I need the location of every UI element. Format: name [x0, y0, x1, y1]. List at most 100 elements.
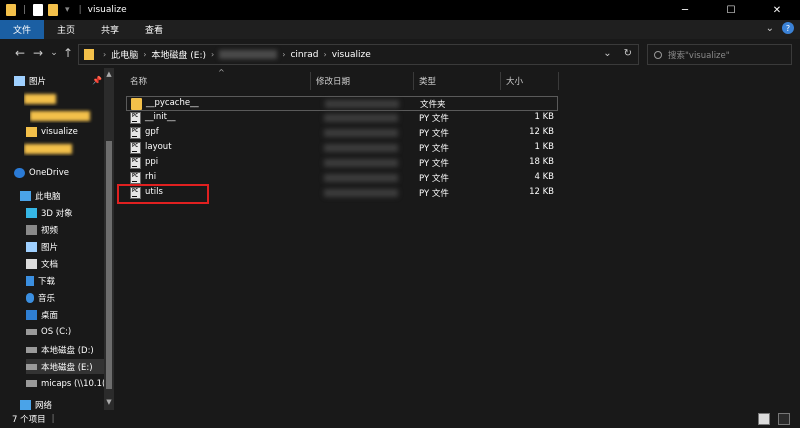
python-file-icon [130, 112, 141, 124]
address-dropdown-icon[interactable]: ⌄ [603, 48, 611, 59]
sidebar-item-onedrive[interactable]: OneDrive [14, 165, 117, 180]
breadcrumb-drive-e[interactable]: 本地磁盘 (E:) [151, 48, 206, 61]
scroll-down-icon[interactable]: ▼ [105, 398, 113, 406]
redacted-date [324, 174, 398, 182]
details-view-button[interactable] [758, 413, 770, 425]
folder-icon [131, 98, 142, 110]
pictures-icon [26, 241, 37, 252]
file-name: ppi [145, 157, 159, 167]
address-bar[interactable]: › 此电脑 › 本地磁盘 (E:) › › cinrad › visualize… [78, 44, 639, 65]
file-size: 12 KB [529, 127, 554, 137]
redacted-date [324, 129, 398, 137]
drive-icon [26, 346, 37, 353]
quick-access-toolbar: | ▾ | [0, 4, 84, 16]
breadcrumb-this-pc[interactable]: 此电脑 [111, 48, 138, 61]
close-button[interactable]: ✕ [754, 0, 800, 20]
expand-ribbon-icon[interactable]: ⌄ [766, 23, 774, 34]
file-type: PY 文件 [419, 189, 449, 199]
redacted-date [324, 189, 398, 197]
file-type: 文件夹 [420, 100, 446, 110]
file-size: 4 KB [534, 172, 554, 182]
breadcrumb-visualize[interactable]: visualize [332, 50, 371, 60]
tab-view[interactable]: 查看 [132, 20, 176, 39]
folder-icon [30, 110, 90, 121]
column-header-name[interactable]: 名称 [130, 74, 147, 88]
window-title: visualize [87, 5, 127, 15]
file-name: gpf [145, 127, 159, 137]
3d-objects-icon [26, 207, 37, 218]
navigation-bar: ← → ⌄ ↑ › 此电脑 › 本地磁盘 (E:) › › cinrad › v… [0, 41, 800, 67]
search-icon [654, 50, 662, 59]
scrollbar-thumb[interactable] [106, 141, 112, 389]
column-header-modified[interactable]: 修改日期 [316, 74, 350, 88]
python-file-icon [130, 127, 141, 139]
file-size: 1 KB [534, 112, 554, 122]
sidebar-scrollbar[interactable]: ▲ ▼ [104, 68, 114, 410]
redacted-date [325, 100, 399, 108]
file-row-layout[interactable]: layout PY 文件 1 KB [126, 141, 558, 156]
redacted-date [324, 114, 398, 122]
tab-home[interactable]: 主页 [44, 20, 88, 39]
tab-share[interactable]: 共享 [88, 20, 132, 39]
documents-icon [26, 258, 37, 269]
python-file-icon [130, 142, 141, 154]
pictures-icon [14, 75, 25, 86]
title-bar: | ▾ | visualize ─ ☐ ✕ [0, 0, 800, 20]
computer-icon [20, 190, 31, 201]
column-header-type[interactable]: 类型 [419, 74, 436, 88]
search-box[interactable]: 搜索"visualize" [647, 44, 792, 65]
sidebar-item-pictures-pinned[interactable]: 图片 📌 [14, 73, 117, 88]
folder-icon [24, 93, 56, 104]
column-header-size[interactable]: 大小 [506, 74, 523, 88]
file-size: 12 KB [529, 187, 554, 197]
downloads-icon [26, 275, 34, 286]
desktop-icon [26, 309, 37, 320]
minimize-button[interactable]: ─ [662, 0, 708, 20]
up-button[interactable]: ↑ [60, 46, 76, 60]
tab-file[interactable]: 文件 [0, 20, 45, 39]
folder-icon [24, 143, 72, 154]
file-name: __init__ [145, 112, 176, 122]
file-row-ppi[interactable]: ppi PY 文件 18 KB [126, 156, 558, 171]
file-name: rhi [145, 172, 157, 182]
item-count: 7 个项目 [12, 415, 46, 425]
scroll-up-icon[interactable]: ▲ [105, 70, 113, 78]
folder-icon [26, 126, 37, 137]
network-icon [20, 400, 31, 410]
sort-caret-icon: ^ [218, 68, 225, 77]
file-size: 18 KB [529, 157, 554, 167]
back-button[interactable]: ← [12, 46, 28, 60]
redacted-folder [219, 50, 278, 59]
refresh-icon[interactable]: ↻ [624, 48, 632, 59]
help-icon[interactable]: ? [782, 22, 794, 34]
maximize-button[interactable]: ☐ [708, 0, 754, 20]
file-type: PY 文件 [419, 144, 449, 154]
file-name: __pycache__ [146, 98, 199, 108]
file-type: PY 文件 [419, 114, 449, 124]
python-file-icon [130, 172, 141, 184]
drive-icon [26, 363, 37, 370]
redacted-date [324, 159, 398, 167]
search-placeholder: 搜索"visualize" [668, 50, 730, 61]
navigation-pane: 图片 📌 visualize OneDrive 此电脑 3D 对象 视频 图片 … [0, 68, 129, 410]
folder-icon [6, 4, 16, 16]
new-folder-icon[interactable] [48, 4, 59, 16]
redacted-date [324, 144, 398, 152]
file-size: 1 KB [534, 142, 554, 152]
breadcrumb-cinrad[interactable]: cinrad [290, 50, 318, 60]
file-row-gpf[interactable]: gpf PY 文件 12 KB [126, 126, 558, 141]
pin-icon[interactable]: 📌 [92, 76, 102, 85]
file-row-init[interactable]: __init__ PY 文件 1 KB [126, 111, 558, 126]
file-type: PY 文件 [419, 129, 449, 139]
forward-button[interactable]: → [30, 46, 46, 60]
file-list: ^ 名称 修改日期 类型 大小 __pycache__ 文件夹 __init__… [114, 68, 800, 410]
ribbon-tabs: 文件 主页 共享 查看 ⌄ ? [0, 20, 800, 39]
properties-icon[interactable] [33, 4, 44, 16]
file-type: PY 文件 [419, 159, 449, 169]
large-icons-view-button[interactable] [778, 413, 790, 425]
music-icon [26, 292, 34, 303]
python-file-icon [130, 157, 141, 169]
file-row-pycache[interactable]: __pycache__ 文件夹 [126, 96, 558, 111]
status-bar: 7 个项目 | [0, 410, 800, 428]
file-type: PY 文件 [419, 174, 449, 184]
